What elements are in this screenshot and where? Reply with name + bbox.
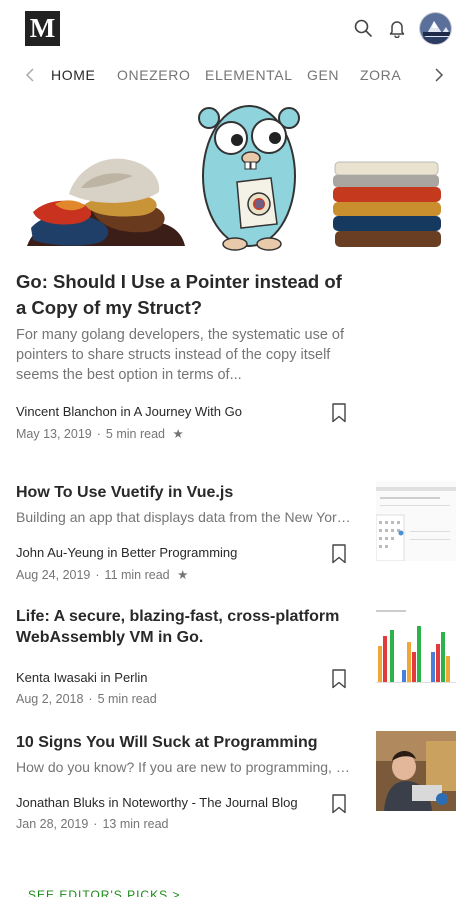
article-byline[interactable]: Jonathan Bluks in Noteworthy - The Journ…: [16, 795, 298, 810]
nav-item-gen[interactable]: GEN: [307, 67, 339, 83]
bell-icon[interactable]: [386, 17, 408, 39]
hero-date: May 13, 2019: [16, 427, 92, 441]
article-date: Jan 28, 2019: [16, 817, 89, 831]
separator-dot: ·: [93, 817, 98, 831]
topic-nav: HOME ONEZERO ELEMENTAL GEN ZORA: [0, 58, 472, 92]
article-date: Aug 24, 2019: [16, 568, 91, 582]
article-meta: Aug 24, 2019 · 11 min read ★: [16, 567, 188, 582]
hero-byline[interactable]: Vincent Blanchon in A Journey With Go: [16, 404, 242, 419]
star-icon: ★: [177, 568, 189, 582]
article-thumbnail[interactable]: [376, 481, 456, 561]
article-byline[interactable]: John Au-Yeung in Better Programming: [16, 545, 237, 560]
article-title[interactable]: Life: A secure, blazing-fast, cross-plat…: [16, 606, 346, 648]
separator-dot: ·: [96, 427, 101, 441]
nav-item-elemental[interactable]: ELEMENTAL: [205, 67, 293, 83]
chevron-right-icon[interactable]: [431, 66, 447, 84]
hero-article-subtitle[interactable]: For many golang developers, the systemat…: [16, 325, 352, 385]
bookmark-icon[interactable]: [331, 403, 347, 423]
article-subtitle[interactable]: How do you know? If you are new to progr…: [16, 759, 352, 775]
bookmark-icon[interactable]: [331, 544, 347, 564]
hero-read-time: 5 min read: [105, 427, 165, 441]
see-editors-picks-link[interactable]: SEE EDITOR'S PICKS >: [28, 888, 180, 897]
article-read-time: 13 min read: [102, 817, 169, 831]
hero-meta: May 13, 2019 · 5 min read ★: [16, 426, 184, 441]
gopher-illustration: [198, 105, 300, 251]
folded-clothes-illustration: [333, 161, 441, 247]
bookmark-icon[interactable]: [331, 669, 347, 689]
medium-logo[interactable]: M: [25, 11, 60, 46]
hero-image[interactable]: [25, 104, 442, 256]
top-bar: M: [0, 0, 472, 58]
nav-item-onezero[interactable]: ONEZERO: [117, 67, 190, 83]
article-meta: Jan 28, 2019 · 13 min read: [16, 817, 168, 831]
nav-item-zora[interactable]: ZORA: [360, 67, 401, 83]
bookmark-icon[interactable]: [331, 794, 347, 814]
article-meta: Aug 2, 2018 · 5 min read: [16, 692, 157, 706]
article-thumbnail[interactable]: [376, 731, 456, 811]
nav-item-home[interactable]: HOME: [51, 67, 95, 83]
article-title[interactable]: How To Use Vuetify in Vue.js: [16, 482, 346, 503]
avatar[interactable]: [419, 12, 452, 45]
separator-dot: ·: [95, 568, 100, 582]
article-read-time: 5 min read: [97, 692, 157, 706]
article-title[interactable]: 10 Signs You Will Suck at Programming: [16, 732, 346, 753]
article-read-time: 11 min read: [104, 568, 170, 582]
article-subtitle[interactable]: Building an app that displays data from …: [16, 509, 352, 525]
star-icon: ★: [172, 427, 184, 441]
article-byline[interactable]: Kenta Iwasaki in Perlin: [16, 670, 148, 685]
hero-article-title[interactable]: Go: Should I Use a Pointer instead of a …: [16, 269, 356, 321]
clothes-pile-illustration: [27, 158, 185, 246]
chevron-left-icon[interactable]: [22, 66, 38, 84]
article-date: Aug 2, 2018: [16, 692, 84, 706]
search-icon[interactable]: [352, 17, 374, 39]
article-thumbnail[interactable]: [376, 606, 456, 686]
separator-dot: ·: [88, 692, 93, 706]
